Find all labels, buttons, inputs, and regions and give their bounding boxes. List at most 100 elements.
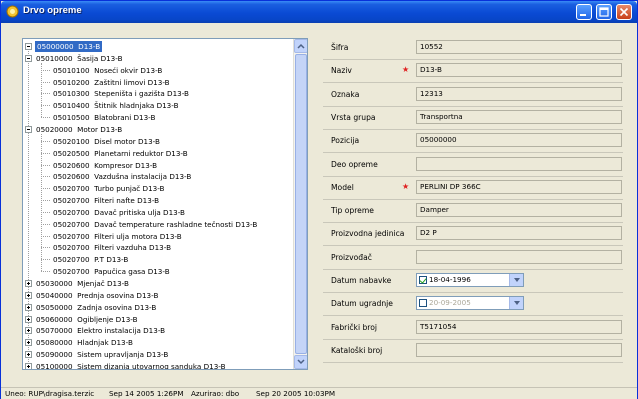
tree-connector — [41, 152, 50, 154]
tree-connector — [41, 188, 50, 190]
minimize-icon — [580, 14, 586, 16]
maximize-button[interactable] — [596, 4, 612, 20]
expand-icon[interactable] — [25, 315, 32, 323]
date-picker-ugradnja[interactable]: 20-09-2005 — [416, 296, 524, 311]
field-label-jedinica: Proizvodna jedinica — [331, 229, 405, 239]
row-divider — [323, 222, 623, 224]
field-label-tip: Tip opreme — [331, 206, 374, 216]
scroll-up-button[interactable] — [294, 39, 307, 53]
field-tip[interactable]: Damper — [416, 203, 622, 218]
row-divider — [323, 268, 623, 270]
tree-item-label: 05010500 Blatobrani D13-B — [53, 113, 156, 123]
expand-icon[interactable] — [25, 362, 32, 369]
window-title: Drvo opreme — [23, 5, 82, 16]
maximize-icon — [599, 7, 609, 17]
chevron-up-icon — [297, 43, 305, 49]
field-label-deo: Deo opreme — [331, 159, 378, 169]
tree-connector — [41, 140, 50, 142]
tree-item-label: 05090000 Sistem upravljanja D13-B — [36, 350, 169, 360]
tree-connector — [41, 93, 50, 95]
tree-item-label: 05040000 Prednja osovina D13-B — [36, 290, 159, 300]
expand-icon[interactable] — [25, 351, 32, 359]
tree-item-label: 05070000 Elektro instalacija D13-B — [36, 326, 166, 336]
equipment-tree[interactable]: 05000000 D13-B 05010000 Šasija D13-B 05010… — [22, 38, 308, 370]
expand-icon[interactable] — [25, 327, 32, 335]
title-bar[interactable]: Drvo opreme — [1, 1, 637, 23]
date-value: 20-09-2005 — [429, 298, 471, 308]
field-label-oznaka: Oznaka — [331, 89, 360, 99]
tree-item-label: 05080000 Hladnjak D13-B — [36, 338, 133, 348]
tree-item-label: 05020700 Papučica gasa D13-B — [53, 267, 170, 277]
dropdown-arrow-icon[interactable] — [509, 297, 523, 310]
row-divider — [323, 361, 623, 363]
tree-connector — [41, 62, 42, 118]
tree-item-label: 05010300 Stepeništa i gazišta D13-B — [53, 89, 189, 99]
tree-connector — [41, 117, 50, 119]
equipment-details-form: Šifra 10552 Naziv ★ D13-B Oznaka 12313 Vrsta gr… — [323, 38, 629, 370]
tree-item-label: 05010100 Noseći okvir D13-B — [53, 65, 163, 75]
field-model[interactable]: PERLINI DP 366C — [416, 179, 622, 194]
tree-item-label: 05010200 Zaštitni limovi D13-B — [53, 77, 170, 87]
row-divider — [323, 105, 623, 107]
field-pozicija[interactable]: 05000000 — [416, 133, 622, 148]
tree-connector — [41, 223, 50, 225]
scroll-down-button[interactable] — [294, 355, 307, 369]
tree-item-label: 05020600 Kompresor D13-B — [53, 160, 158, 170]
field-jedinica[interactable]: D2 P — [416, 226, 622, 241]
row-divider — [323, 128, 623, 130]
tree-item-label: 05020000 Motor D13-B — [36, 124, 123, 134]
required-star-icon: ★ — [402, 181, 410, 191]
close-icon — [619, 7, 629, 17]
field-naziv[interactable]: D13-B — [416, 63, 622, 78]
tree-item-label: 05020700 Davač pritiska ulja D13-B — [53, 207, 185, 217]
collapse-icon[interactable] — [25, 125, 32, 133]
tree-connector — [41, 211, 50, 213]
expand-icon[interactable] — [25, 291, 32, 299]
field-label-fabricki: Fabrički broj — [331, 322, 378, 332]
field-deo[interactable] — [416, 156, 622, 171]
field-label-nabavka: Datum nabavke — [331, 276, 392, 285]
expand-icon[interactable] — [25, 339, 32, 347]
dropdown-arrow-icon[interactable] — [509, 274, 523, 286]
tree-item-label: 05050000 Zadnja osovina D13-B — [36, 302, 157, 312]
status-created-by: Uneo: RUP\dragisa.terzic — [5, 389, 95, 398]
expand-icon[interactable] — [25, 303, 32, 311]
minimize-button[interactable] — [576, 4, 592, 20]
tree-item-label: 05010000 Šasija D13-B — [36, 53, 123, 63]
tree-connector — [41, 235, 50, 237]
field-oznaka[interactable]: 12313 — [416, 86, 622, 101]
tree-item-label: 05020700 Filteri nafte D13-B — [53, 196, 160, 206]
tree-item-label: 05020100 Disel motor D13-B — [53, 136, 160, 146]
field-label-katalog: Kataloški broj — [331, 345, 383, 355]
row-divider — [323, 245, 623, 247]
field-label-naziv: Naziv — [331, 66, 352, 76]
close-button[interactable] — [616, 4, 632, 20]
collapse-icon[interactable] — [25, 43, 32, 50]
row-divider — [323, 315, 623, 317]
field-proizvodjac[interactable] — [416, 249, 622, 264]
field-label-ugradnja: Datum ugradnje — [331, 299, 393, 309]
field-katalog[interactable] — [416, 342, 622, 357]
row-divider — [323, 175, 623, 177]
row-divider — [323, 82, 623, 84]
date-picker-nabavka[interactable]: 18-04-1996 — [416, 273, 524, 287]
field-sifra[interactable]: 10552 — [416, 40, 622, 54]
tree-item-label: 05100000 Sistem dizanja utovarnog sanduk… — [36, 361, 226, 370]
field-label-vrsta: Vrsta grupa — [331, 112, 376, 122]
status-updated-date: Sep 20 2005 10:03PM — [256, 389, 336, 398]
tree-item-label: 05020700 P.T D13-B — [53, 255, 129, 265]
equipment-tree-window: Drvo opreme 05000000 D13-B 05010000 Šasij… — [0, 0, 638, 399]
tree-connector — [41, 164, 50, 166]
collapse-icon[interactable] — [25, 54, 32, 62]
date-enable-checkbox[interactable] — [419, 276, 427, 284]
tree-item-label: 05020700 Turbo punjač D13-B — [53, 184, 165, 194]
field-fabricki[interactable]: T5171054 — [416, 319, 622, 334]
field-vrsta[interactable]: Transportna — [416, 109, 622, 124]
scroll-thumb[interactable] — [295, 54, 307, 354]
row-divider — [323, 59, 623, 60]
tree-connector — [41, 133, 42, 272]
expand-icon[interactable] — [25, 280, 32, 287]
tree-scrollbar[interactable] — [293, 39, 307, 369]
row-divider — [323, 198, 623, 200]
date-enable-checkbox[interactable] — [419, 299, 427, 308]
